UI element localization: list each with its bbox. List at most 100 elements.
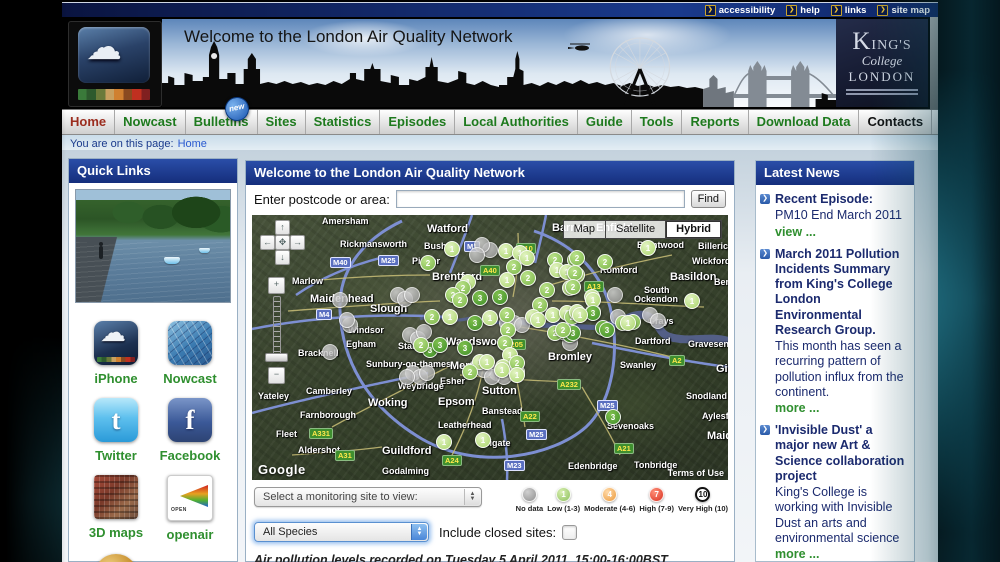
map-site-marker[interactable]: 3 <box>467 315 483 331</box>
nav-tab-reports[interactable]: Reports <box>682 110 748 134</box>
quicklink-facebook[interactable]: fFacebook <box>153 398 227 463</box>
map-site-marker[interactable]: 1 <box>475 432 491 448</box>
map-site-marker[interactable]: 2 <box>499 307 515 323</box>
openair-icon[interactable]: OPEN <box>167 475 213 521</box>
monitoring-site-select[interactable]: Select a monitoring site to view: ▲▼ <box>254 487 482 507</box>
cloud-icon: ☁ <box>86 26 122 68</box>
nav-tab-statistics[interactable]: Statistics <box>306 110 381 134</box>
map-site-marker[interactable]: 1 <box>442 309 458 325</box>
map-site-marker[interactable]: 2 <box>420 255 436 271</box>
legend-item: 7High (7-9) <box>639 487 674 513</box>
postcode-input[interactable] <box>396 190 685 208</box>
map-site-marker[interactable]: 3 <box>492 289 508 305</box>
nowcast-icon[interactable] <box>168 321 212 365</box>
quicklink-maps3d[interactable]: 3D maps <box>79 475 153 542</box>
nav-tab-tools[interactable]: Tools <box>632 110 683 134</box>
map-site-marker[interactable]: 1 <box>494 362 510 378</box>
quicklink-twitter[interactable]: tTwitter <box>79 398 153 463</box>
map-site-marker-nodata[interactable] <box>607 287 623 303</box>
nav-tab-sites[interactable]: Sites <box>258 110 306 134</box>
terms-of-use-link[interactable]: Terms of Use <box>668 468 724 478</box>
twitter-icon[interactable]: t <box>94 398 138 442</box>
iphone-icon[interactable]: ☁ <box>94 321 138 365</box>
news-more-link[interactable]: more ... <box>775 401 909 415</box>
zoom-out-button[interactable]: − <box>268 367 285 384</box>
find-button[interactable]: Find <box>691 190 726 208</box>
map-site-marker[interactable]: 2 <box>597 254 613 270</box>
map-site-marker[interactable]: 3 <box>599 322 615 338</box>
map-site-marker[interactable]: 1 <box>530 312 546 328</box>
map-site-marker-nodata[interactable] <box>332 292 348 308</box>
pan-left-button[interactable]: ← <box>260 235 275 250</box>
map-site-marker-nodata[interactable] <box>469 247 485 263</box>
map-site-marker[interactable]: 3 <box>457 340 473 356</box>
laqn-app-logo: ☁ <box>68 21 162 107</box>
map-site-marker[interactable]: 1 <box>436 434 452 450</box>
map-site-marker[interactable]: 3 <box>432 337 448 353</box>
utility-link-accessibility[interactable]: ❯accessibility <box>705 5 776 16</box>
quicklink-openair[interactable]: OPENopenair <box>153 475 227 542</box>
map-site-marker[interactable]: 2 <box>424 309 440 325</box>
nav-tab-contacts[interactable]: Contacts <box>859 110 932 134</box>
map-site-marker-nodata[interactable] <box>404 287 420 303</box>
nav-tab-local-authorities[interactable]: Local Authorities <box>455 110 578 134</box>
news-more-link[interactable]: view ... <box>775 225 902 239</box>
map-site-marker[interactable]: 2 <box>569 250 585 266</box>
rss-icon[interactable] <box>94 554 138 562</box>
map-site-marker[interactable]: 1 <box>499 272 515 288</box>
map-type-hybrid-button[interactable]: Hybrid <box>666 220 722 239</box>
map-site-marker-nodata[interactable] <box>650 313 666 329</box>
map-site-marker[interactable]: 2 <box>413 337 429 353</box>
quicklink-nowcast[interactable]: Nowcast <box>153 321 227 386</box>
news-more-link[interactable]: more ... <box>775 547 909 561</box>
map-town-label: Watford <box>427 223 468 235</box>
pan-right-button[interactable]: → <box>290 235 305 250</box>
facebook-icon[interactable]: f <box>168 398 212 442</box>
map-site-marker[interactable]: 1 <box>572 307 588 323</box>
map-site-marker[interactable]: 1 <box>620 315 636 331</box>
map-site-marker-nodata[interactable] <box>419 365 435 381</box>
breadcrumb-current-link[interactable]: Home <box>178 138 207 150</box>
map-site-marker[interactable]: 1 <box>640 240 656 256</box>
map-site-marker[interactable]: 3 <box>472 290 488 306</box>
nav-tab-home[interactable]: Home <box>62 110 115 134</box>
quicklink-rss[interactable] <box>79 554 153 562</box>
map-site-marker-nodata[interactable] <box>322 344 338 360</box>
map-site-marker[interactable]: 2 <box>565 279 581 295</box>
pan-center-button[interactable]: ✥ <box>275 235 290 250</box>
pan-down-button[interactable]: ↓ <box>275 250 290 265</box>
map-site-marker[interactable]: 3 <box>605 409 621 425</box>
map-site-marker-nodata[interactable] <box>399 369 415 385</box>
maps3d-icon[interactable] <box>94 475 138 519</box>
zoom-slider-handle[interactable] <box>265 353 288 362</box>
map-site-marker[interactable]: 1 <box>444 241 460 257</box>
utility-link-site-map[interactable]: ❯site map <box>877 5 930 16</box>
map-type-satellite-button[interactable]: Satellite <box>606 220 666 239</box>
map-site-marker[interactable]: 2 <box>539 282 555 298</box>
map-site-marker[interactable]: 1 <box>509 367 525 383</box>
zoom-slider-track[interactable] <box>273 296 281 360</box>
nav-tab-guide[interactable]: Guide <box>578 110 632 134</box>
nav-tab-download-data[interactable]: Download Data <box>749 110 860 134</box>
closed-sites-checkbox[interactable] <box>562 525 577 540</box>
map-type-buttons: MapSatelliteHybrid <box>563 220 722 239</box>
utility-link-help[interactable]: ❯help <box>786 5 820 16</box>
map-site-marker-nodata[interactable] <box>339 312 355 328</box>
species-select[interactable]: All Species ▲▼ <box>254 522 429 542</box>
quicklink-iphone[interactable]: ☁iPhone <box>79 321 153 386</box>
map-site-marker[interactable]: 2 <box>462 364 478 380</box>
map-site-marker[interactable]: 1 <box>684 293 700 309</box>
map-site-marker[interactable]: 2 <box>555 322 571 338</box>
nav-tab-nowcast[interactable]: Nowcast <box>115 110 185 134</box>
air-quality-map[interactable]: AmershamWatfordBarnetEnfieldRickmanswort… <box>252 215 728 480</box>
utility-link-links[interactable]: ❯links <box>831 5 867 16</box>
nav-tab-episodes[interactable]: Episodes <box>380 110 455 134</box>
map-site-marker[interactable]: 1 <box>482 310 498 326</box>
species-select-value: All Species <box>263 526 317 538</box>
pan-up-button[interactable]: ↑ <box>275 220 290 235</box>
map-site-marker[interactable]: 2 <box>520 270 536 286</box>
map-site-marker[interactable]: 1 <box>479 354 495 370</box>
map-type-map-button[interactable]: Map <box>563 220 606 239</box>
map-site-marker[interactable]: 2 <box>452 292 468 308</box>
zoom-in-button[interactable]: + <box>268 277 285 294</box>
